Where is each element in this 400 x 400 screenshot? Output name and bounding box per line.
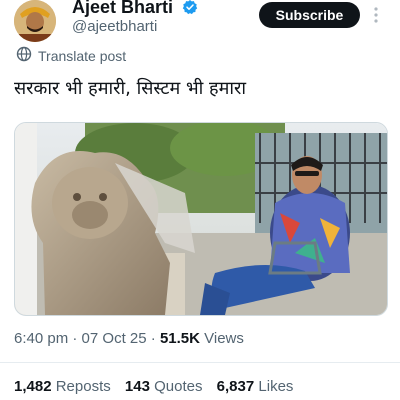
tweet-meta: 6:40 pm · 07 Oct 25 · 51.5K Views — [14, 330, 244, 347]
tweet-date[interactable]: 07 Oct 25 — [82, 330, 147, 347]
tweet-stats: 1,482 Reposts 143 Quotes 6,837 Likes — [14, 378, 303, 395]
reposts-stat[interactable]: 1,482 Reposts — [14, 378, 111, 395]
user-handle[interactable]: @ajeetbharti — [72, 18, 157, 35]
quotes-stat[interactable]: 143 Quotes — [125, 378, 203, 395]
views-count[interactable]: 51.5K — [160, 330, 200, 347]
display-name-text[interactable]: Ajeet Bharti — [72, 0, 173, 17]
translate-post-link[interactable]: Translate post — [16, 46, 126, 66]
avatar[interactable] — [14, 0, 56, 42]
tweet-media-image[interactable] — [14, 122, 388, 316]
likes-count[interactable]: 6,837 — [217, 378, 255, 395]
meta-separator: · — [146, 330, 160, 347]
divider — [0, 362, 400, 363]
display-name[interactable]: Ajeet Bharti — [72, 0, 198, 20]
subscribe-button[interactable]: Subscribe — [259, 2, 360, 28]
quotes-label[interactable]: Quotes — [154, 378, 202, 395]
quotes-count[interactable]: 143 — [125, 378, 150, 395]
tweet-time[interactable]: 6:40 pm — [14, 330, 68, 347]
more-vertical-icon[interactable] — [372, 6, 380, 24]
meta-separator: · — [68, 330, 82, 347]
tweet-text: सरकार भी हमारी, सिस्टम भी हमारा — [14, 78, 247, 99]
translate-post-label[interactable]: Translate post — [38, 48, 126, 64]
likes-stat[interactable]: 6,837 Likes — [217, 378, 294, 395]
likes-label[interactable]: Likes — [258, 378, 293, 395]
tweet-header: Ajeet Bharti @ajeetbharti Subscribe — [0, 0, 400, 44]
translate-icon — [16, 46, 32, 66]
reposts-label[interactable]: Reposts — [56, 378, 111, 395]
verified-badge-icon — [182, 0, 198, 20]
views-label[interactable]: Views — [204, 330, 244, 347]
reposts-count[interactable]: 1,482 — [14, 378, 52, 395]
